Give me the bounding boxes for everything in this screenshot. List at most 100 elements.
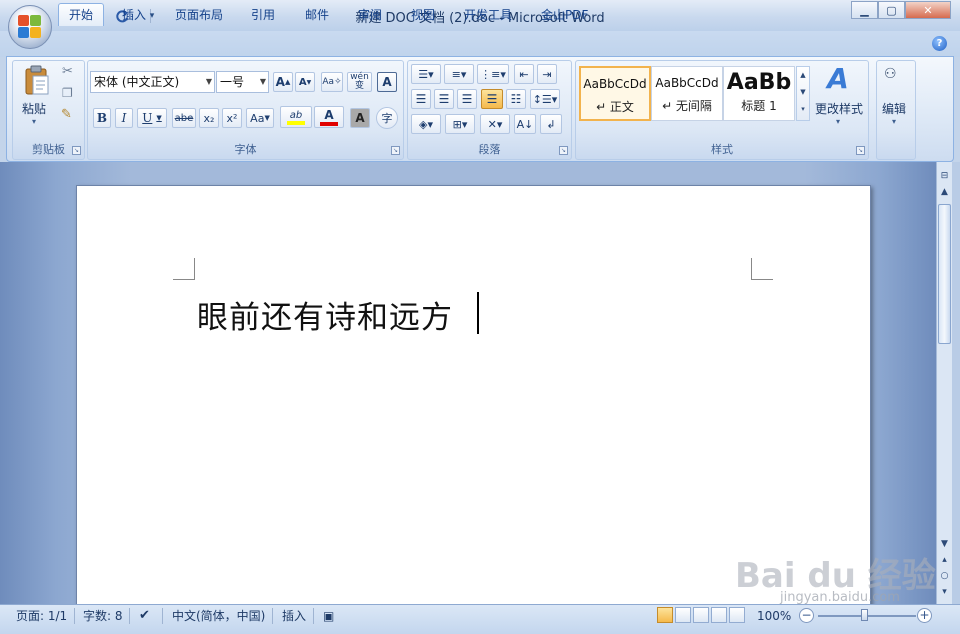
dialog-launcher-icon[interactable]: ↘ xyxy=(391,146,400,155)
zoom-slider-thumb[interactable] xyxy=(861,609,868,621)
office-button[interactable] xyxy=(8,5,52,49)
chevron-down-icon: ▼ xyxy=(205,77,212,86)
status-separator xyxy=(313,608,314,624)
line-spacing-icon: ↕☰▾ xyxy=(532,92,558,106)
ruler-toggle-icon[interactable]: ⊟ xyxy=(937,168,952,184)
maximize-button[interactable]: ▢ xyxy=(878,1,905,19)
style-heading-1[interactable]: AaBb 标题 1 xyxy=(723,66,795,121)
increase-indent-button[interactable]: ⇥ xyxy=(537,64,557,84)
close-button[interactable]: ✕ xyxy=(905,1,951,19)
chevron-down-icon[interactable]: ▾ xyxy=(892,117,896,126)
macro-recording-icon[interactable]: ▣ xyxy=(323,607,334,625)
numbering-button[interactable]: ≡▾ xyxy=(444,64,474,84)
phonetic-guide-button[interactable]: wén 变 xyxy=(347,72,372,92)
subscript-button[interactable]: x₂ xyxy=(199,108,219,128)
proofing-icon[interactable]: ✔ xyxy=(139,607,150,625)
editing-button[interactable]: 编辑 xyxy=(882,100,906,117)
full-screen-reading-view-icon[interactable] xyxy=(675,607,691,623)
justify-button[interactable]: ☰ xyxy=(481,89,503,109)
distributed-button[interactable]: ☷ xyxy=(506,89,526,109)
dialog-launcher-icon[interactable]: ↘ xyxy=(559,146,568,155)
help-icon[interactable]: ? xyxy=(932,36,947,51)
chevron-down-icon[interactable]: ▾ xyxy=(836,117,840,126)
character-border-button[interactable]: A xyxy=(377,72,397,92)
align-right-button[interactable]: ☰ xyxy=(457,89,477,109)
paste-dropdown-icon[interactable]: ▾ xyxy=(32,117,36,126)
align-left-button[interactable]: ☰ xyxy=(411,89,431,109)
word-count[interactable]: 字数: 8 xyxy=(83,607,123,625)
tab-wps-pdf[interactable]: 金山PDF xyxy=(530,3,599,26)
vertical-scrollbar[interactable]: ⊟ ▲ ▼ ▴ ○ ▾ xyxy=(936,162,952,604)
font-family-select[interactable]: 宋体 (中文正文) ▼ xyxy=(90,71,215,93)
show-hide-marks-button[interactable]: ↲ xyxy=(540,114,562,134)
clear-formatting-button[interactable]: Aa✧ xyxy=(321,72,343,92)
dialog-launcher-icon[interactable]: ↘ xyxy=(856,146,865,155)
font-size-select[interactable]: 一号 ▼ xyxy=(216,71,269,93)
tab-insert[interactable]: 插入 xyxy=(111,3,157,26)
select-browse-object-icon[interactable]: ○ xyxy=(937,568,952,584)
chevron-down-icon: ▼ xyxy=(156,114,162,122)
enclose-characters-button[interactable]: 字 xyxy=(376,107,398,129)
cut-icon[interactable]: ✂ xyxy=(62,64,73,79)
language-indicator[interactable]: 中文(简体，中国) xyxy=(172,607,265,625)
font-color-icon: A xyxy=(324,107,334,122)
dialog-launcher-icon[interactable]: ↘ xyxy=(72,146,81,155)
bold-button[interactable]: B xyxy=(93,108,111,128)
multilevel-list-button[interactable]: ⋮≡▾ xyxy=(477,64,509,84)
highlight-button[interactable]: ab xyxy=(280,106,312,128)
character-shading-button[interactable]: A xyxy=(350,108,370,128)
change-case-button[interactable]: Aa ▼ xyxy=(246,108,274,128)
borders-button[interactable]: ⊞▾ xyxy=(445,114,475,134)
style-normal[interactable]: AaBbCcDd ↵ 正文 xyxy=(579,66,651,121)
print-layout-view-icon[interactable] xyxy=(657,607,673,623)
bullets-button[interactable]: ☰▾ xyxy=(411,64,441,84)
zoom-level[interactable]: 100% xyxy=(757,607,791,625)
tab-review[interactable]: 审阅 xyxy=(347,3,393,26)
previous-page-icon[interactable]: ▴ xyxy=(937,552,952,568)
phonetic-char: 变 xyxy=(354,81,364,91)
tab-view[interactable]: 视图 xyxy=(400,3,446,26)
tab-page-layout[interactable]: 页面布局 xyxy=(164,3,234,26)
sort-button[interactable]: A↓ xyxy=(514,114,536,134)
zoom-out-button[interactable]: − xyxy=(799,608,814,623)
tab-mailings[interactable]: 邮件 xyxy=(294,3,340,26)
format-painter-icon[interactable]: ✎ xyxy=(61,107,72,122)
zoom-in-button[interactable]: + xyxy=(917,608,932,623)
scroll-down-icon[interactable]: ▼ xyxy=(937,536,952,552)
line-spacing-button[interactable]: ↕☰▾ xyxy=(530,89,560,109)
align-center-button[interactable]: ☰ xyxy=(434,89,454,109)
align-center-icon: ☰ xyxy=(438,92,450,106)
tab-home[interactable]: 开始 xyxy=(58,3,105,26)
change-styles-button[interactable]: 更改样式 xyxy=(815,100,863,117)
decrease-indent-button[interactable]: ⇤ xyxy=(514,64,534,84)
chinese-layout-button[interactable]: ✕▾ xyxy=(480,114,510,134)
scroll-thumb[interactable] xyxy=(938,204,951,344)
underline-button[interactable]: U ▼ xyxy=(137,108,167,128)
draft-view-icon[interactable] xyxy=(729,607,745,623)
tab-references[interactable]: 引用 xyxy=(240,3,286,26)
web-layout-view-icon[interactable] xyxy=(693,607,709,623)
scroll-up-icon[interactable]: ▲ xyxy=(937,184,952,200)
minimize-button[interactable]: ▁ xyxy=(851,1,878,19)
copy-icon[interactable]: ❐ xyxy=(62,86,73,100)
styles-scroll[interactable]: ▲ ▼ ▾ xyxy=(796,66,810,121)
shading-button[interactable]: ◈▾ xyxy=(411,114,441,134)
strikethrough-button[interactable]: abe xyxy=(172,108,196,128)
next-page-icon[interactable]: ▾ xyxy=(937,584,952,600)
outline-view-icon[interactable] xyxy=(711,607,727,623)
tab-developer[interactable]: 开发工具 xyxy=(453,3,523,26)
font-color-button[interactable]: A xyxy=(314,106,344,128)
shrink-font-button[interactable]: A ▼ xyxy=(295,72,315,92)
page-count[interactable]: 页面: 1/1 xyxy=(16,607,67,625)
style-no-spacing[interactable]: AaBbCcDd ↵ 无间隔 xyxy=(651,66,723,121)
italic-button[interactable]: I xyxy=(115,108,133,128)
status-separator xyxy=(272,608,273,624)
paste-label[interactable]: 粘贴 xyxy=(22,100,46,117)
style-sample: AaBbCcDd xyxy=(583,77,647,91)
grow-font-button[interactable]: A ▲ xyxy=(273,72,293,92)
font-color-swatch xyxy=(320,121,338,126)
paste-icon[interactable] xyxy=(24,64,50,96)
insert-mode-indicator[interactable]: 插入 xyxy=(282,607,306,625)
superscript-button[interactable]: x² xyxy=(222,108,242,128)
document-body-text[interactable]: 眼前还有诗和远方 xyxy=(197,292,453,337)
